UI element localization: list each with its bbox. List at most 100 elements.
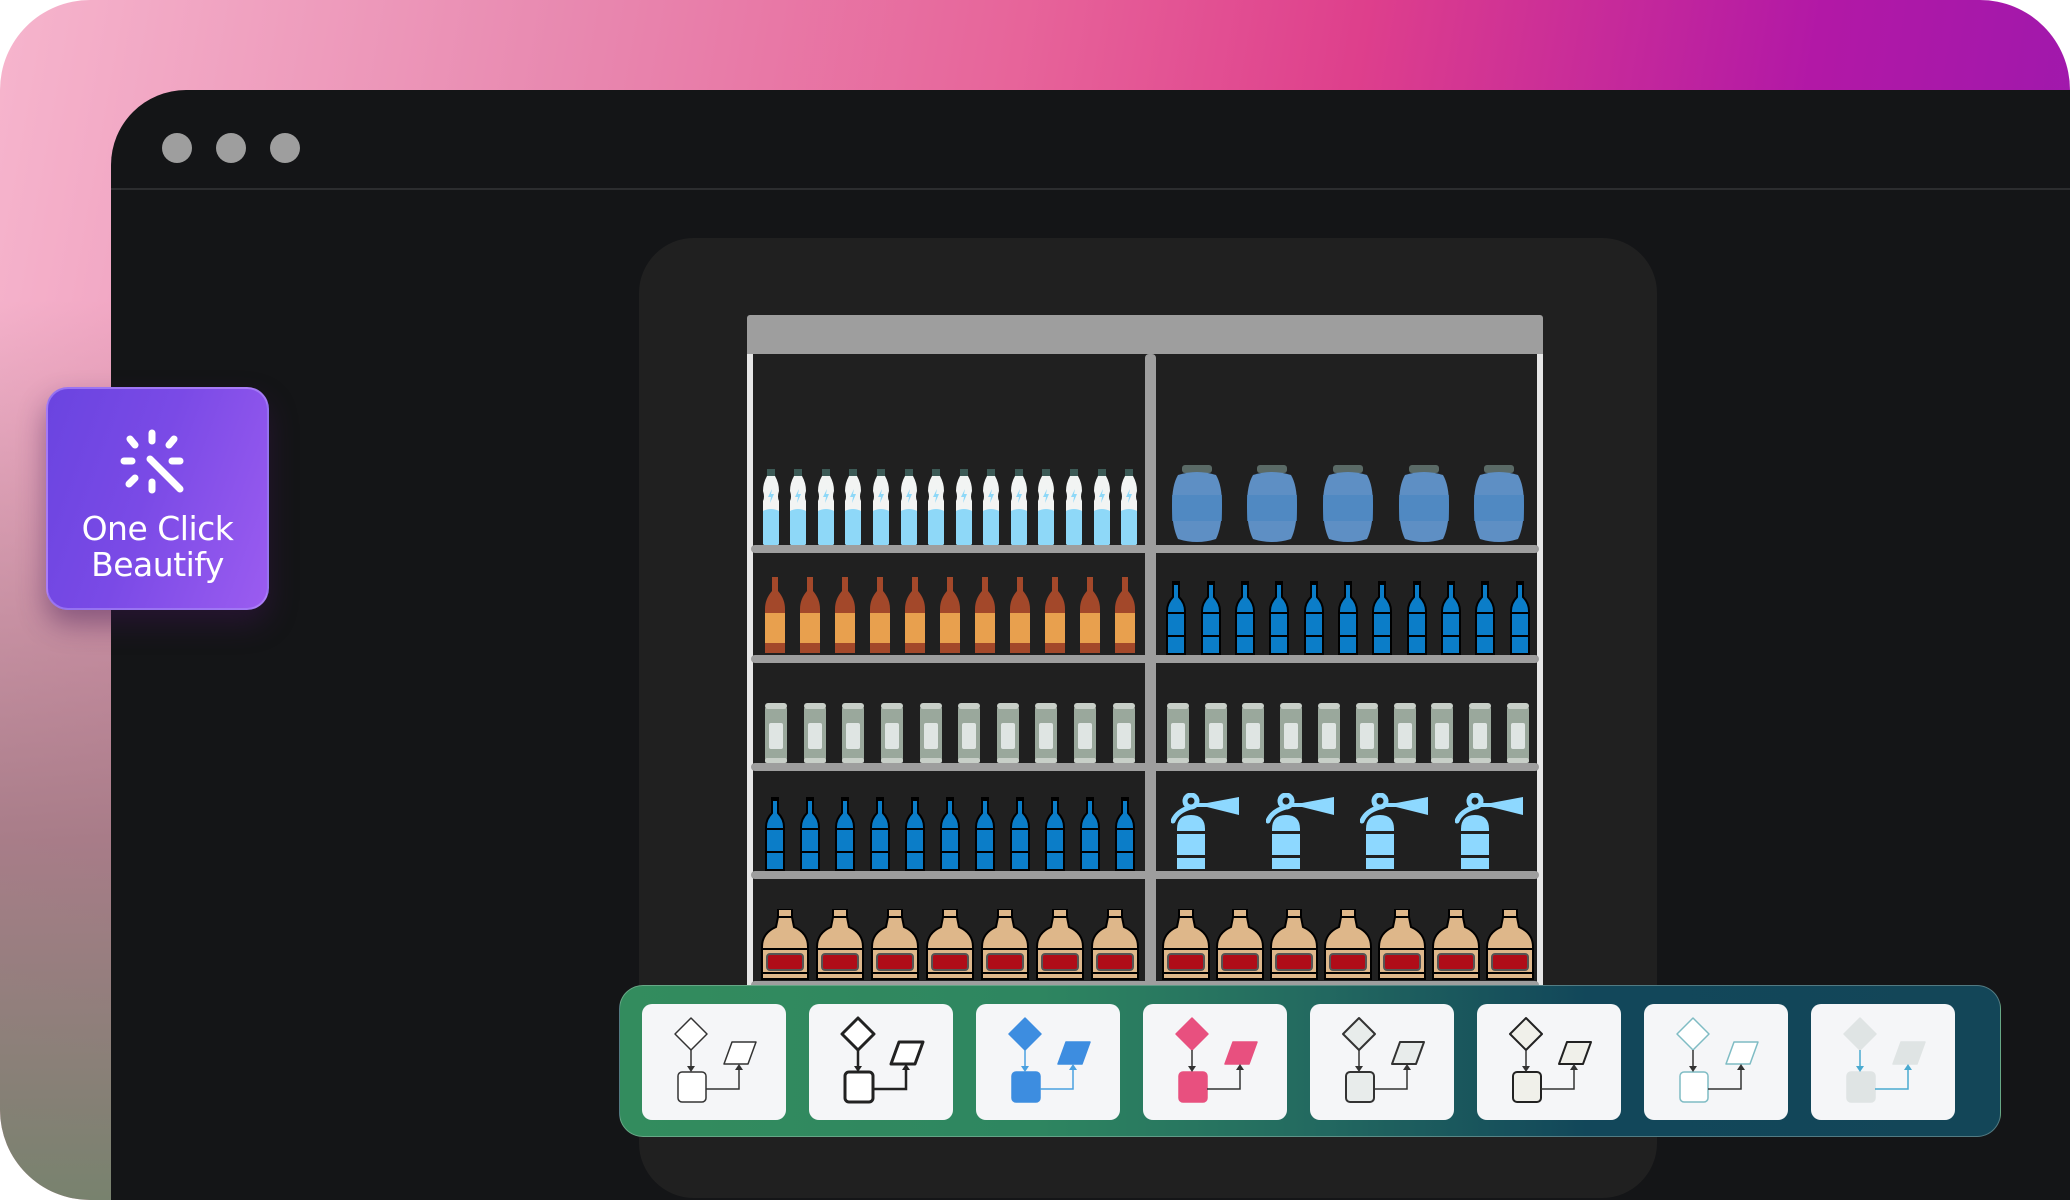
shelf-row-right — [1159, 581, 1537, 655]
blue-bottle-icon — [1406, 581, 1427, 655]
blue-bottle-icon — [799, 797, 820, 871]
style-option-blue-filled[interactable] — [976, 1004, 1120, 1120]
water-bottle-icon — [1121, 469, 1138, 545]
shelf-board — [751, 871, 1539, 879]
can-icon — [1318, 703, 1341, 763]
beer-bottle-icon — [834, 577, 855, 653]
blue-bottle-icon — [834, 797, 855, 871]
shelf-divider — [1145, 354, 1156, 1074]
blue-bottle-icon — [1303, 581, 1324, 655]
syrup-bottle-icon — [1270, 909, 1318, 980]
can-icon — [919, 703, 942, 763]
beer-bottle-icon — [939, 577, 960, 653]
window-dot-1[interactable] — [162, 133, 192, 163]
can-icon — [1035, 703, 1058, 763]
can-icon — [1469, 703, 1492, 763]
window-dot-3[interactable] — [270, 133, 300, 163]
can-icon — [1204, 703, 1227, 763]
syrup-bottle-icon — [870, 909, 919, 980]
blue-bottle-icon — [764, 797, 785, 871]
shelf-row-left — [757, 577, 1143, 655]
magic-wand-sparkle-icon — [120, 429, 184, 494]
syrup-bottle-icon — [815, 909, 864, 980]
can-icon — [803, 703, 826, 763]
can-icon — [1166, 703, 1189, 763]
beer-bottle-icon — [904, 577, 925, 653]
blue-bottle-icon — [1337, 581, 1358, 655]
water-bottle-icon — [873, 469, 890, 545]
can-icon — [1074, 703, 1097, 763]
blue-bottle-icon — [1080, 797, 1101, 871]
can-icon — [1280, 703, 1303, 763]
syrup-bottle-icon — [925, 909, 974, 980]
can-icon — [765, 703, 788, 763]
syrup-bottle-icon — [981, 909, 1030, 980]
flowchart-preview-icon — [840, 1016, 925, 1104]
style-option-grey-dotted[interactable] — [1310, 1004, 1454, 1120]
can-icon — [1393, 703, 1416, 763]
can-icon — [842, 703, 865, 763]
beer-bottle-icon — [1010, 577, 1031, 653]
shelf-top-bar — [747, 315, 1543, 354]
blue-bottle-icon — [869, 797, 890, 871]
style-option-outline-thin[interactable] — [642, 1004, 786, 1120]
flowchart-preview-icon — [1008, 1017, 1091, 1103]
style-toolbar — [619, 985, 2001, 1137]
syrup-bottle-icon — [1432, 909, 1480, 980]
beer-bottle-icon — [1080, 577, 1101, 653]
shelf-row-left — [757, 703, 1143, 763]
style-option-pale-grey-filled[interactable] — [1811, 1004, 1955, 1120]
style-option-pink-filled[interactable] — [1143, 1004, 1287, 1120]
water-bottle-icon — [955, 469, 972, 545]
jar-icon — [1398, 465, 1449, 542]
beer-bottle-icon — [869, 577, 890, 653]
syrup-bottle-icon — [760, 909, 809, 980]
beer-bottle-icon — [764, 577, 785, 653]
beer-bottle-icon — [1045, 577, 1066, 653]
shelf-row-right — [1159, 909, 1537, 981]
shelf-diagram[interactable] — [747, 315, 1543, 1077]
fire-extinguisher-icon — [1265, 793, 1334, 869]
can-icon — [996, 703, 1019, 763]
shelf-row-left — [757, 797, 1143, 871]
flowchart-preview-icon — [1342, 1017, 1425, 1103]
blue-bottle-icon — [1269, 581, 1290, 655]
jar-icon — [1322, 465, 1373, 542]
shelf-left-post — [747, 354, 753, 1074]
beautify-label-line1: One Click — [81, 509, 234, 548]
beautify-label: One Click Beautify — [48, 511, 267, 583]
shelf-row-right — [1159, 793, 1537, 871]
jar-icon — [1171, 465, 1222, 542]
can-icon — [1242, 703, 1265, 763]
shelf-board — [751, 655, 1539, 663]
fire-extinguisher-icon — [1360, 793, 1429, 869]
can-icon — [1355, 703, 1378, 763]
blue-bottle-icon — [1509, 581, 1530, 655]
blue-bottle-icon — [1200, 581, 1221, 655]
shelf-board — [751, 545, 1539, 553]
one-click-beautify-button[interactable]: One Click Beautify — [46, 387, 269, 610]
window-dot-2[interactable] — [216, 133, 246, 163]
water-bottle-icon — [1093, 469, 1110, 545]
water-bottle-icon — [845, 469, 862, 545]
flowchart-preview-icon — [1509, 1017, 1592, 1103]
shelf-row-left — [757, 469, 1143, 545]
water-bottle-icon — [928, 469, 945, 545]
can-icon — [881, 703, 904, 763]
style-option-cream-filled[interactable] — [1477, 1004, 1621, 1120]
style-option-teal-outline[interactable] — [1644, 1004, 1788, 1120]
shelf-board — [751, 763, 1539, 771]
shelf-row-left — [757, 909, 1143, 981]
flowchart-preview-icon — [1175, 1017, 1258, 1103]
flowchart-preview-icon — [1843, 1017, 1926, 1103]
shelf-row-right — [1159, 465, 1537, 545]
water-bottle-icon — [1010, 469, 1027, 545]
blue-bottle-icon — [904, 797, 925, 871]
shelf-right-post — [1537, 354, 1543, 1074]
style-option-outline-bold[interactable] — [809, 1004, 953, 1120]
can-icon — [1507, 703, 1530, 763]
can-icon — [1431, 703, 1454, 763]
jar-icon — [1474, 465, 1525, 542]
blue-bottle-icon — [975, 797, 995, 871]
syrup-bottle-icon — [1324, 909, 1372, 980]
